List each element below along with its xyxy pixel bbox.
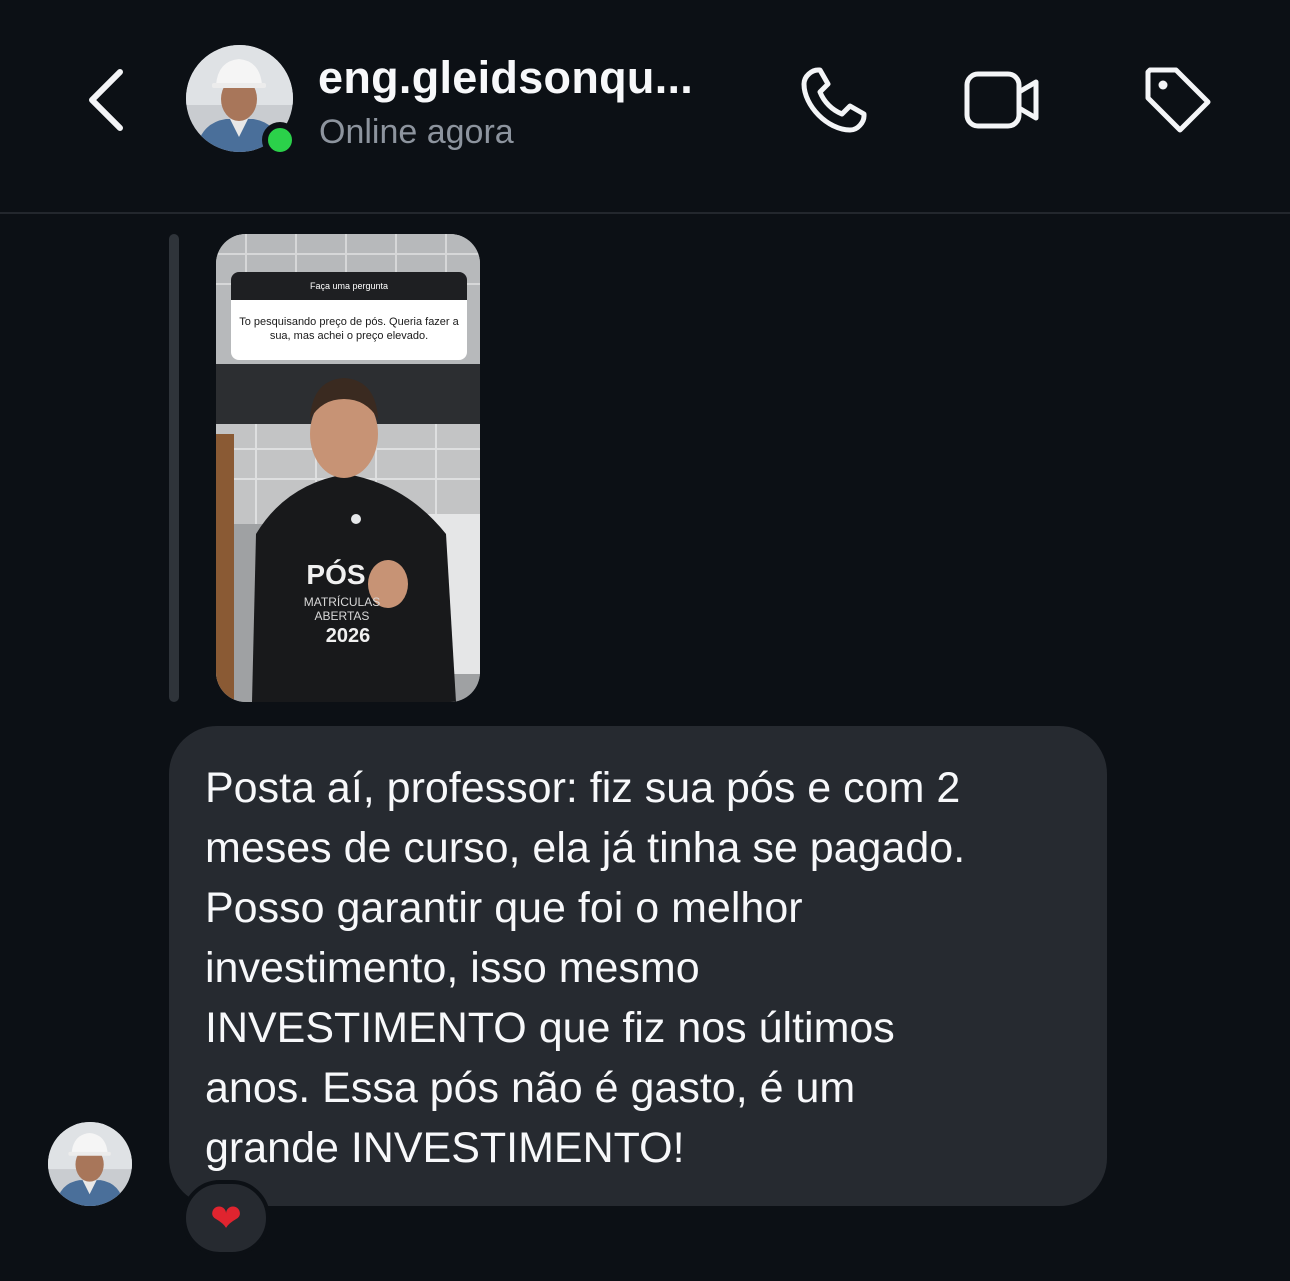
contact-status: Online agora bbox=[319, 113, 514, 151]
chevron-left-icon bbox=[89, 69, 123, 131]
online-status-indicator bbox=[262, 122, 298, 158]
conversation-header: eng.gleidsonqu... Online agora bbox=[0, 0, 1290, 212]
shirt-text: ABERTAS bbox=[315, 609, 370, 623]
contact-avatar[interactable] bbox=[186, 45, 298, 158]
dm-conversation-screen: eng.gleidsonqu... Online agora PÓS MATRÍ… bbox=[0, 0, 1290, 1281]
audio-call-button[interactable] bbox=[794, 60, 874, 140]
tag-button[interactable] bbox=[1138, 60, 1218, 140]
heart-reaction-icon: ❤ bbox=[210, 1196, 242, 1240]
video-camera-icon bbox=[964, 71, 1039, 129]
question-sticker-title: Faça uma pergunta bbox=[231, 272, 467, 300]
story-thumbnail[interactable]: PÓS MATRÍCULAS ABERTAS 2026 Faça uma per… bbox=[216, 234, 480, 702]
avatar-photo bbox=[48, 1122, 132, 1206]
message-reaction[interactable]: ❤ bbox=[182, 1180, 270, 1256]
sender-avatar[interactable] bbox=[48, 1122, 132, 1206]
phone-icon bbox=[801, 67, 867, 133]
tag-icon bbox=[1145, 67, 1211, 133]
header-divider bbox=[0, 212, 1290, 214]
contact-name[interactable]: eng.gleidsonqu... bbox=[318, 52, 693, 104]
story-reply-bar bbox=[169, 234, 179, 702]
shirt-text: PÓS bbox=[306, 559, 365, 590]
shirt-text: 2026 bbox=[326, 625, 371, 647]
message-bubble[interactable]: Posta aí, professor: fiz sua pós e com 2… bbox=[169, 726, 1107, 1206]
question-sticker: Faça uma pergunta To pesquisando preço d… bbox=[231, 272, 467, 360]
shirt-text: MATRÍCULAS bbox=[304, 594, 380, 609]
message-text: Posta aí, professor: fiz sua pós e com 2… bbox=[205, 764, 966, 1172]
question-sticker-text: To pesquisando preço de pós. Queria faze… bbox=[231, 300, 467, 360]
back-button[interactable] bbox=[78, 60, 138, 140]
video-call-button[interactable] bbox=[962, 60, 1042, 140]
